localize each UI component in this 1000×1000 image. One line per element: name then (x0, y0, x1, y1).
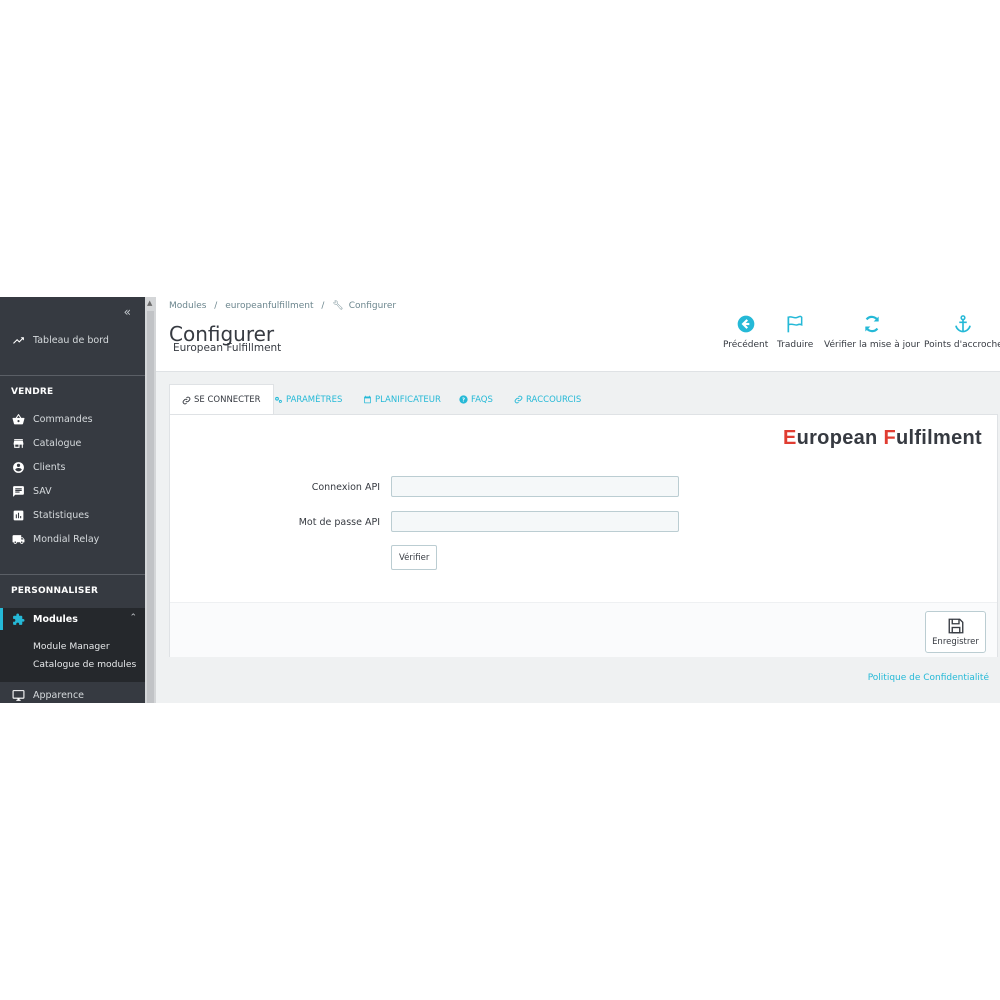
sidebar-item-label: Apparence (33, 689, 85, 701)
connect-panel: European Fulfilment Connexion API Mot de… (169, 414, 998, 657)
tab-label: FAQS (471, 394, 493, 405)
translate-button[interactable]: Traduire (777, 314, 813, 350)
sidebar: « Tableau de bord VENDRE Commandes Catal… (0, 297, 145, 703)
sidebar-item-orders[interactable]: Commandes (0, 408, 145, 430)
save-label: Enregistrer (932, 637, 979, 647)
sidebar-scrollbar[interactable]: ▲ (145, 297, 156, 703)
chevron-up-icon[interactable]: ⌃ (129, 613, 137, 623)
sidebar-item-stats[interactable]: Statistiques (0, 504, 145, 526)
sidebar-item-label: Tableau de bord (33, 334, 109, 346)
sidebar-item-label: Modules (33, 613, 78, 625)
back-button[interactable]: Précédent (723, 314, 768, 350)
trending-up-icon (11, 333, 25, 347)
toolbar-label: Points d'accroche (924, 340, 1000, 350)
tab-label: SE CONNECTER (194, 395, 261, 405)
tab-label: PARAMÈTRES (286, 394, 343, 405)
truck-icon (11, 532, 25, 546)
save-button[interactable]: Enregistrer (925, 611, 986, 653)
submenu-item-module-catalog[interactable]: Catalogue de modules (33, 659, 136, 670)
tab-faqs[interactable]: ? FAQS (459, 385, 493, 414)
scroll-up-arrow-icon[interactable]: ▲ (147, 299, 152, 307)
api-password-input[interactable] (391, 511, 679, 532)
sidebar-item-label: Statistiques (33, 509, 90, 521)
sidebar-divider (0, 574, 145, 575)
wrench-icon: 🔧︎ (332, 301, 344, 311)
sidebar-item-label: Mondial Relay (33, 533, 100, 545)
panel-footer: Enregistrer (170, 602, 997, 657)
link-icon (514, 395, 523, 404)
admin-app: « Tableau de bord VENDRE Commandes Catal… (0, 297, 1000, 703)
bar-chart-icon (11, 508, 25, 522)
page-header: Modules / europeanfulfillment / 🔧︎ Config… (156, 297, 1000, 372)
tab-shortcuts[interactable]: RACCOURCIS (514, 385, 581, 414)
tab-settings[interactable]: PARAMÈTRES (274, 385, 342, 414)
breadcrumb-separator: / (321, 301, 325, 311)
sidebar-item-label: Commandes (33, 413, 93, 425)
verify-button[interactable]: Vérifier (391, 545, 438, 570)
question-circle-icon: ? (459, 395, 468, 404)
breadcrumb: Modules / europeanfulfillment / 🔧︎ Config… (169, 301, 401, 311)
cogs-icon (275, 396, 282, 403)
api-connection-input[interactable] (391, 476, 679, 497)
sidebar-item-mondial-relay[interactable]: Mondial Relay (0, 528, 145, 550)
floppy-disk-icon (948, 618, 963, 634)
sidebar-item-label: SAV (33, 485, 52, 497)
puzzle-icon (11, 612, 25, 626)
breadcrumb-item-module[interactable]: europeanfulfillment (225, 301, 313, 311)
collapse-sidebar-icon[interactable]: « (124, 305, 131, 319)
toolbar-label: Vérifier la mise à jour (824, 340, 920, 350)
refresh-icon (865, 315, 879, 333)
tab-connect[interactable]: SE CONNECTER (169, 384, 274, 415)
breadcrumb-item-modules[interactable]: Modules (169, 301, 206, 311)
page-subtitle: European Fulfillment (173, 342, 282, 354)
account-circle-icon (11, 460, 25, 474)
hooks-button[interactable]: Points d'accroche (924, 314, 1000, 350)
sidebar-item-modules[interactable]: Modules ⌃ (0, 608, 145, 630)
breadcrumb-separator: / (214, 301, 218, 311)
toolbar-label: Traduire (777, 340, 814, 350)
sidebar-item-label: Catalogue (33, 437, 82, 449)
desktop-icon (11, 688, 25, 702)
sidebar-item-catalog[interactable]: Catalogue (0, 432, 145, 454)
svg-text:?: ? (462, 397, 465, 403)
scrollbar-thumb[interactable] (147, 311, 154, 703)
chat-icon (11, 484, 25, 498)
arrow-circle-left-icon (737, 315, 754, 333)
tab-scheduler[interactable]: PLANIFICATEUR (363, 385, 441, 414)
modules-submenu: Module Manager Catalogue de modules (0, 630, 145, 682)
sidebar-item-support[interactable]: SAV (0, 480, 145, 502)
sidebar-section-title: VENDRE (11, 387, 54, 397)
link-icon (182, 396, 191, 404)
shopping-basket-icon (11, 412, 25, 426)
sidebar-item-dashboard[interactable]: Tableau de bord (0, 329, 145, 351)
anchor-icon (955, 315, 972, 333)
privacy-policy-link[interactable]: Politique de Confidentialité (868, 673, 989, 683)
breadcrumb-item-current: Configurer (348, 301, 397, 311)
sidebar-item-label: Clients (33, 461, 66, 473)
flag-icon (787, 315, 803, 333)
sidebar-item-appearance[interactable]: Apparence (0, 684, 145, 703)
sidebar-item-customers[interactable]: Clients (0, 456, 145, 478)
check-update-button[interactable]: Vérifier la mise à jour (824, 314, 920, 350)
store-icon (11, 436, 25, 450)
calendar-icon (364, 395, 371, 404)
api-password-label: Mot de passe API (298, 517, 380, 528)
api-connection-label: Connexion API (311, 482, 380, 493)
sidebar-section-title: PERSONNALISER (11, 586, 99, 596)
tab-label: RACCOURCIS (526, 394, 582, 405)
european-fulfilment-logo: European Fulfilment (782, 427, 982, 449)
sidebar-divider (0, 375, 145, 376)
tab-label: PLANIFICATEUR (375, 394, 441, 405)
submenu-item-module-manager[interactable]: Module Manager (33, 641, 110, 652)
toolbar-label: Précédent (723, 340, 769, 350)
